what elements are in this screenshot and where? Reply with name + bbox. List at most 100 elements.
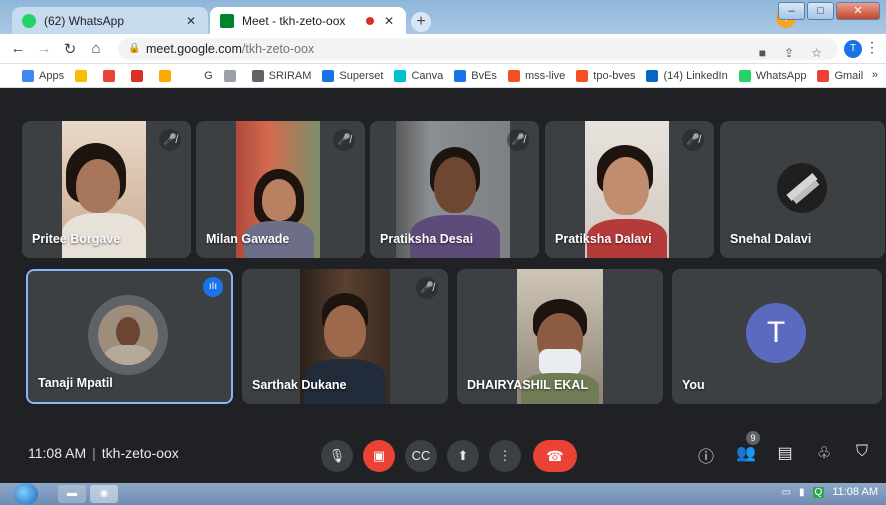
present-button[interactable]: ⬆ [447,440,479,472]
recording-indicator-icon [366,16,374,25]
participant-name: You [682,378,705,392]
lock-icon: 🔒 [128,43,141,54]
meeting-time: 11:08 AM [28,445,87,461]
chat-button[interactable]: ▤ [773,443,797,463]
participant-tile[interactable]: ıIı Tanaji Mpatil [26,269,233,404]
mic-off-icon: 🎤̸ [507,129,529,151]
participant-tile[interactable]: 🎤̸ Pratiksha Desai [370,121,539,258]
close-window-button[interactable]: ✕ [836,2,880,20]
bookmarks-overflow-icon[interactable]: » [872,69,878,81]
address-path: /tkh-zeto-oox [241,42,315,56]
tab-title: (62) WhatsApp [44,13,125,28]
bookmark-item[interactable] [131,69,148,82]
bookmark-item[interactable]: Gmail [817,69,863,82]
bookmark-icon [223,69,236,82]
bookmark-label: Superset [339,69,384,82]
participant-tile[interactable]: DHAIRYASHIL EKAL [457,269,663,404]
leave-call-button[interactable]: ☎ [533,440,577,472]
forward-icon[interactable]: → [34,40,54,57]
bookmark-label: tpo-bves [593,69,636,82]
camera-in-use-icon[interactable]: ■ [759,42,766,64]
maximize-button[interactable]: □ [807,2,834,20]
activities-button[interactable]: ♧ [812,443,836,463]
bookmark-star-icon[interactable]: ☆ [811,42,822,64]
people-button[interactable]: 👥 [734,443,758,463]
address-bar[interactable]: 🔒 meet.google.com/tkh-zeto-oox ■ ⇪ ☆ [118,38,838,60]
system-tray: ▭ ▮ Q 11:08 AM [782,486,878,498]
participant-name: Pratiksha Desai [380,232,474,246]
bookmark-label: BvEs [471,69,497,82]
participant-tile[interactable]: 🎤̸ Pratiksha Dalavi [545,121,714,258]
bookmark-icon [187,69,200,82]
bookmark-item[interactable] [75,69,92,82]
reload-icon[interactable]: ↻ [60,40,80,58]
minimize-button[interactable]: – [778,2,805,20]
bookmark-label: (14) LinkedIn [663,69,728,82]
back-icon[interactable]: ← [8,40,28,57]
bookmark-icon [817,69,830,82]
mic-off-icon: 🎤̸ [416,277,438,299]
home-icon[interactable]: ⌂ [86,40,106,57]
bookmark-item[interactable]: G [187,69,213,82]
bookmark-icon [507,69,520,82]
mic-button[interactable]: 🎙 [321,440,353,472]
captions-button[interactable]: CC [405,440,437,472]
meeting-info: 11:08 AM | tkh-zeto-oox [28,445,179,461]
bookmark-icon [75,69,88,82]
tab-meet[interactable]: Meet - tkh-zeto-oox ✕ [210,7,406,34]
present-icon: ⬆ [457,448,469,463]
close-icon[interactable]: ✕ [184,14,198,28]
people-icon: 👥 [736,445,756,462]
meet-stage: 🎤̸ Pritee Borgave 🎤̸ Milan Gawade 🎤̸ Pra… [0,88,886,478]
bookmark-item[interactable] [159,69,176,82]
bookmark-item[interactable]: SRIRAM [251,69,311,82]
bookmark-item[interactable]: tpo-bves [576,69,636,82]
bookmark-icon [322,69,335,82]
bookmark-icon [103,69,116,82]
bookmark-item[interactable]: Apps [22,69,64,82]
bookmark-item[interactable]: (14) LinkedIn [646,69,728,82]
bookmark-icon [159,69,172,82]
meeting-code: tkh-zeto-oox [101,445,179,461]
bookmark-icon [22,69,34,82]
menu-icon[interactable]: ⋮ [865,39,879,56]
more-options-button[interactable]: ⋮ [489,440,521,472]
start-button[interactable] [14,483,38,505]
bookmark-item[interactable] [223,69,241,82]
bookmark-item[interactable]: WhatsApp [738,69,806,82]
participant-tile[interactable]: 🎤̸ Milan Gawade [196,121,365,258]
camera-off-button[interactable]: ▣ [363,440,395,472]
bookmark-item[interactable]: Superset [322,69,384,82]
host-controls-button[interactable]: ⛉ [850,443,874,461]
mic-off-icon: 🎤̸ [333,129,355,151]
bookmark-label: G [204,69,213,82]
meeting-details-button[interactable]: ⓘ [694,443,718,467]
bookmark-item[interactable]: mss-live [507,69,565,82]
whatsapp-icon [22,13,36,28]
profile-avatar[interactable]: T [844,40,862,58]
bookmark-item[interactable]: BvEs [454,69,497,82]
battery-icon[interactable]: ▮ [799,487,805,498]
file-explorer-icon[interactable]: ▬ [58,485,86,503]
new-tab-button[interactable]: + [411,12,431,32]
app-tray-icon[interactable]: Q [812,486,825,498]
bookmark-icon [646,69,659,82]
chrome-icon[interactable]: ◉ [90,485,118,503]
share-icon[interactable]: ⇪ [784,42,794,64]
bookmark-icon [131,69,144,82]
tab-whatsapp[interactable]: (62) WhatsApp ✕ [12,7,208,34]
close-icon[interactable]: ✕ [382,14,396,28]
speaking-indicator-icon: ıIı [203,277,223,297]
participant-name: Milan Gawade [206,232,290,246]
participant-tile[interactable]: Snehal Dalavi [720,121,885,258]
participant-name: DHAIRYASHIL EKAL [467,378,589,392]
participant-tile[interactable]: T You [672,269,882,404]
more-vert-icon: ⋮ [498,448,512,463]
bookmark-item[interactable]: Canva [394,69,443,82]
participant-tile[interactable]: 🎤̸ Pritee Borgave [22,121,191,258]
participant-name: Pritee Borgave [32,232,121,246]
captions-icon: CC [411,448,431,463]
bookmark-item[interactable] [103,69,120,82]
network-icon[interactable]: ▭ [782,487,791,498]
participant-tile[interactable]: 🎤̸ Sarthak Dukane [242,269,448,404]
